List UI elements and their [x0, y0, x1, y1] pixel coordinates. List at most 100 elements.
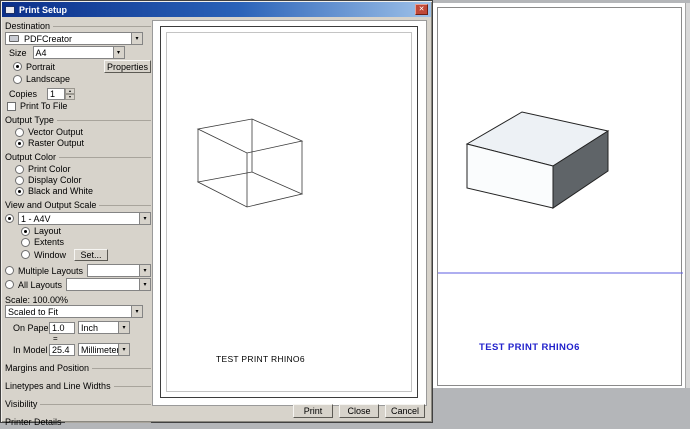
chevron-down-icon[interactable]: ▾: [139, 265, 150, 276]
on-paper-unit-value: Inch: [81, 322, 99, 333]
all-layouts-label: All Layouts: [18, 279, 63, 290]
section-label: Output Type: [5, 115, 54, 125]
section-linetypes[interactable]: Linetypes and Line Widths: [5, 380, 151, 392]
pdf-page: TEST PRINT RHINO6: [437, 7, 683, 386]
chevron-down-icon[interactable]: ▾: [131, 33, 142, 44]
scale-mode-value: Scaled to Fit: [8, 306, 59, 317]
in-model-label: In Model: [13, 344, 48, 355]
section-label: Linetypes and Line Widths: [5, 381, 111, 391]
section-divider: [56, 119, 151, 121]
section-printer-details[interactable]: Printer Details: [5, 416, 151, 428]
size-select[interactable]: A4 ▾: [32, 46, 125, 59]
window-radio[interactable]: [21, 250, 30, 259]
size-value: A4: [35, 47, 47, 58]
section-label: Destination: [5, 21, 51, 31]
section-destination[interactable]: Destination: [5, 20, 151, 32]
shaded-box-rendering: [438, 111, 683, 274]
spin-down-icon[interactable]: ▾: [65, 93, 76, 100]
section-margins-position[interactable]: Margins and Position: [5, 362, 151, 374]
scale-percent-label: Scale: 100.00%: [5, 295, 69, 305]
in-model-unit-select[interactable]: Millimeter ▾: [78, 343, 130, 356]
section-label: Margins and Position: [5, 363, 90, 373]
window-label: Window: [34, 249, 67, 260]
copies-stepper[interactable]: ▴ ▾: [65, 87, 76, 100]
section-divider: [59, 156, 151, 158]
section-divider: [53, 25, 151, 27]
section-divider: [113, 385, 151, 387]
raster-output-radio[interactable]: [15, 138, 24, 148]
multiple-layouts-label: Multiple Layouts: [18, 265, 84, 276]
equals-sign: =: [53, 334, 58, 343]
print-color-radio[interactable]: [15, 164, 24, 174]
copies-label: Copies: [9, 88, 38, 99]
portrait-label: Portrait: [26, 61, 56, 72]
dialog-title: Print Setup: [19, 4, 68, 15]
scale-mode-select[interactable]: Scaled to Fit ▾: [5, 305, 143, 318]
view-value: 1 - A4V: [21, 213, 51, 224]
multiple-layouts-select[interactable]: ▾: [87, 264, 151, 277]
chevron-down-icon[interactable]: ▾: [112, 47, 124, 58]
close-button[interactable]: Close: [339, 404, 379, 418]
section-label: Output Color: [5, 152, 57, 162]
desktop: TEST PRINT RHINO6 Print Setup ✕ Destinat…: [0, 0, 690, 429]
on-paper-input[interactable]: [49, 321, 75, 334]
dialog-titlebar[interactable]: Print Setup ✕: [2, 2, 431, 17]
close-icon[interactable]: ✕: [415, 4, 428, 15]
printer-icon: [9, 35, 19, 42]
printer-icon: [5, 5, 15, 14]
vector-output-radio[interactable]: [15, 127, 24, 137]
chevron-down-icon[interactable]: ▾: [118, 344, 129, 355]
vector-output-label: Vector Output: [28, 127, 84, 137]
properties-button[interactable]: Properties: [104, 60, 151, 73]
extents-radio[interactable]: [21, 237, 30, 247]
chevron-down-icon[interactable]: ▾: [118, 322, 129, 333]
view-radio[interactable]: [5, 214, 14, 223]
settings-panel: Destination PDFCreator ▾ Size A4 ▾ Portr…: [5, 20, 151, 427]
chevron-down-icon[interactable]: ▾: [131, 306, 142, 317]
cancel-button[interactable]: Cancel: [385, 404, 425, 418]
multiple-layouts-radio[interactable]: [5, 266, 14, 275]
wireframe-box-rendering: [196, 118, 304, 208]
print-setup-dialog: Print Setup ✕ Destination PDFCreator ▾ S…: [0, 0, 433, 427]
all-layouts-radio[interactable]: [5, 280, 14, 289]
portrait-radio[interactable]: [13, 62, 22, 71]
section-output-color[interactable]: Output Color: [5, 151, 151, 163]
preview-caption: TEST PRINT RHINO6: [216, 354, 305, 364]
print-button[interactable]: Print: [293, 404, 333, 418]
section-divider: [64, 421, 151, 423]
preview-page: TEST PRINT RHINO6: [160, 26, 418, 398]
section-output-type[interactable]: Output Type: [5, 114, 151, 126]
print-preview-panel: TEST PRINT RHINO6: [152, 20, 427, 406]
pdf-scrollbar[interactable]: [685, 3, 690, 388]
landscape-radio[interactable]: [13, 74, 22, 84]
all-layouts-select[interactable]: ▾: [66, 278, 151, 291]
section-divider: [99, 204, 151, 206]
print-color-label: Print Color: [28, 164, 71, 174]
print-to-file-checkbox[interactable]: [7, 101, 16, 111]
section-label: Visibility: [5, 399, 38, 409]
chevron-down-icon[interactable]: ▾: [139, 213, 150, 224]
black-white-radio[interactable]: [15, 186, 24, 196]
in-model-input[interactable]: [49, 343, 75, 356]
layout-radio[interactable]: [21, 226, 30, 236]
landscape-label: Landscape: [26, 74, 71, 84]
printer-select[interactable]: PDFCreator ▾: [5, 32, 143, 45]
section-divider: [92, 367, 151, 369]
on-paper-label: On Paper: [13, 322, 52, 333]
section-view-scale[interactable]: View and Output Scale: [5, 199, 151, 211]
section-label: Printer Details: [5, 417, 62, 427]
view-select[interactable]: 1 - A4V ▾: [18, 212, 151, 225]
print-to-file-label: Print To File: [20, 101, 68, 111]
set-window-button[interactable]: Set...: [74, 248, 109, 261]
section-divider: [40, 403, 151, 405]
dialog-footer: Print Close Cancel: [293, 404, 425, 418]
extents-label: Extents: [34, 237, 65, 247]
layout-label: Layout: [34, 226, 62, 236]
display-color-label: Display Color: [28, 175, 82, 185]
display-color-radio[interactable]: [15, 175, 24, 185]
section-visibility[interactable]: Visibility: [5, 398, 151, 410]
chevron-down-icon[interactable]: ▾: [139, 279, 150, 290]
on-paper-unit-select[interactable]: Inch ▾: [78, 321, 130, 334]
black-white-label: Black and White: [28, 186, 94, 196]
copies-input[interactable]: [47, 87, 66, 100]
